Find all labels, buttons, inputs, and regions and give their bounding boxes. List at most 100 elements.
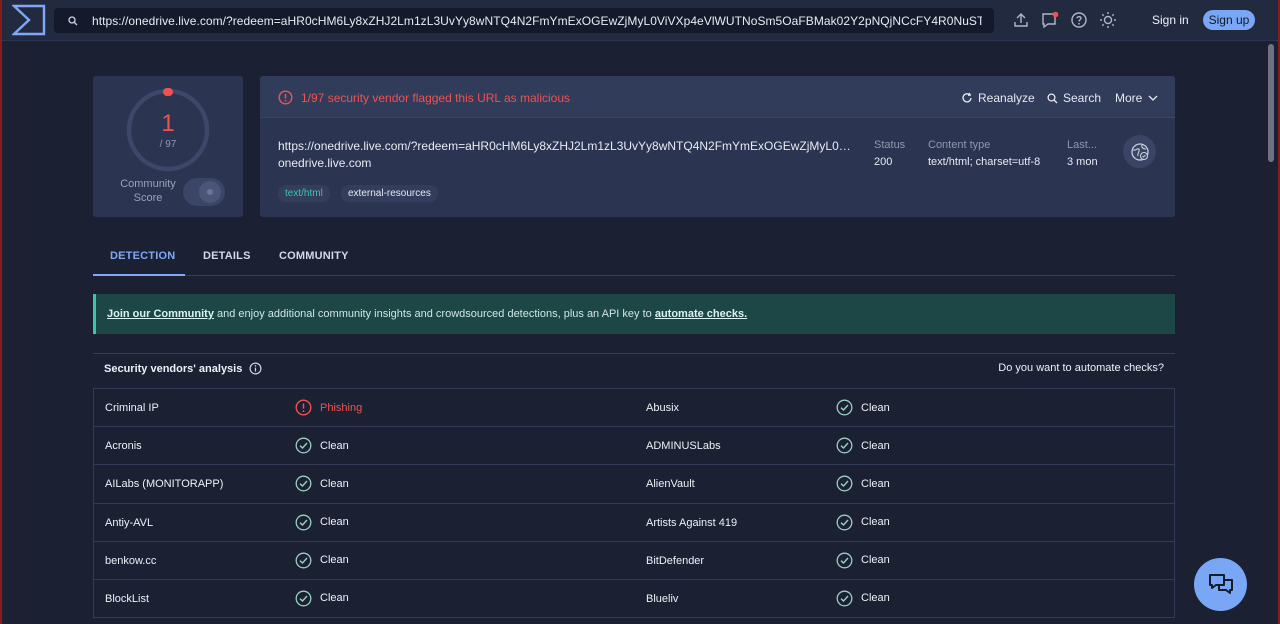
sign-up-button[interactable]: Sign up [1203,10,1255,30]
scanned-url: https://onedrive.live.com/?redeem=aHR0cH… [278,139,856,153]
search-button[interactable]: Search [1047,91,1101,105]
search-icon [54,15,92,26]
result-label: Clean [861,554,890,567]
content-type-label: Content type [928,139,991,151]
banner-text: and enjoy additional community insights … [213,308,655,320]
result-tabs: DETECTION DETAILS COMMUNITY [93,236,1175,276]
info-icon[interactable] [249,362,262,375]
clean-check-icon [295,514,312,531]
result-label: Clean [320,439,349,452]
vendor-name: benkow.cc [105,554,157,567]
upload-icon[interactable] [1012,11,1030,29]
vendor-result: Clean [295,552,349,569]
clean-check-icon [295,590,312,607]
table-row: Antiy-AVL Clean Artists Against 419 Clea… [94,504,1174,542]
vendor-result: Clean [836,475,890,492]
vendor-result: Clean [295,437,349,454]
alert-icon [278,90,293,105]
community-banner: Join our Community and enjoy additional … [93,294,1175,334]
search-label: Search [1063,91,1102,105]
last-analysis-label: Last... [1067,139,1097,151]
vendor-name: ADMINUSLabs [646,440,721,453]
tab-details[interactable]: DETAILS [203,250,251,262]
last-analysis-value: 3 mon [1067,156,1098,168]
result-label: Clean [861,439,890,452]
tag-external-resources[interactable]: external-resources [341,185,438,202]
vendor-name: Acronis [105,440,142,453]
vendor-result: Clean [295,514,349,531]
vendor-name: AlienVault [646,478,695,491]
vendor-result: Clean [836,590,890,607]
url-globe-icon [1123,135,1156,168]
result-label: Clean [861,401,890,414]
vendor-result: Clean [836,552,890,569]
status-label: Status [874,139,906,151]
result-label: Phishing [320,401,363,414]
automate-checks-prompt[interactable]: Do you want to automate checks? [998,362,1164,374]
sign-in-link[interactable]: Sign in [1152,13,1189,27]
clean-check-icon [836,399,853,416]
result-label: Clean [320,477,349,490]
vendor-name: BitDefender [646,554,705,567]
chat-button[interactable] [1194,558,1247,611]
tag-text-html[interactable]: text/html [278,185,330,202]
vendor-result: Clean [836,437,890,454]
virustotal-logo-icon[interactable] [12,4,46,36]
community-score-label-line1: Community [120,178,176,190]
reanalyze-label: Reanalyze [978,91,1035,105]
reanalyze-button[interactable]: Reanalyze [961,91,1035,105]
vendors-analysis-title-text: Security vendors' analysis [104,362,243,375]
active-tab-indicator [93,274,185,276]
result-label: Clean [861,592,890,605]
clean-check-icon [836,514,853,531]
join-community-link[interactable]: Join our Community [107,308,214,320]
vendor-result: Clean [836,399,890,416]
clean-check-icon [295,552,312,569]
notification-icon[interactable] [1041,11,1059,29]
malicious-alert-icon [295,399,312,416]
scanned-domain[interactable]: onedrive.live.com [278,156,371,170]
vendor-result: Phishing [295,399,362,416]
automate-checks-link[interactable]: automate checks. [655,308,747,320]
vendor-name: Blueliv [646,592,679,605]
content-type-value: text/html; charset=utf-8 [928,156,1041,168]
search-bar[interactable]: https://onedrive.live.com/?redeem=aHR0cH… [54,8,994,33]
help-icon[interactable] [1070,11,1088,29]
clean-check-icon [836,590,853,607]
top-bar: https://onedrive.live.com/?redeem=aHR0cH… [2,0,1278,41]
result-label: Clean [861,477,890,490]
window-border-left [0,0,2,624]
vendor-result: Clean [836,514,890,531]
magnifier-icon [1047,92,1058,103]
result-label: Clean [320,592,349,605]
vendor-name: AILabs (MONITORAPP) [105,478,224,491]
more-label: More [1115,91,1143,105]
vendors-table: Criminal IP Phishing Abusix Clean Acroni… [93,388,1175,619]
more-menu-button[interactable]: More [1115,91,1159,105]
table-row: AILabs (MONITORAPP) Clean AlienVault Cle… [94,465,1174,504]
tab-community[interactable]: COMMUNITY [279,250,349,262]
vendor-name: Abusix [646,402,680,414]
search-input[interactable]: https://onedrive.live.com/?redeem=aHR0cH… [92,14,982,28]
vendor-name: BlockList [105,592,150,605]
table-row: BlockList Clean Blueliv Clean [94,580,1174,619]
url-summary-panel: 1/97 security vendor flagged this URL as… [260,76,1175,217]
theme-toggle-sun-icon[interactable] [1099,11,1117,29]
page-scrollbar[interactable] [1267,42,1275,624]
summary-header: 1/97 security vendor flagged this URL as… [260,76,1175,118]
detection-count: 1 [161,110,175,137]
refresh-icon [962,92,972,103]
clean-check-icon [836,437,853,454]
scrollbar-thumb[interactable] [1268,44,1274,162]
chevron-down-icon [1148,95,1158,101]
community-score-label: Community Score [115,177,181,205]
clean-check-icon [295,475,312,492]
vendor-name: Artists Against 419 [646,516,738,529]
table-row: Criminal IP Phishing Abusix Clean [94,389,1174,428]
vendors-analysis-header: Security vendors' analysis Do you want t… [93,353,1175,383]
community-vote-toggle[interactable] [183,177,225,207]
tab-detection[interactable]: DETECTION [110,250,175,262]
status-value: 200 [874,156,893,168]
result-label: Clean [320,554,349,567]
table-row: benkow.cc Clean BitDefender Clean [94,542,1174,580]
